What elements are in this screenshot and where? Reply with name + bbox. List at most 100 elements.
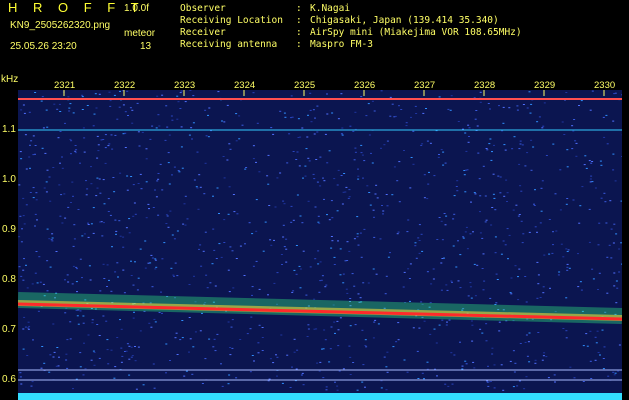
noise-pixel [567, 249, 570, 251]
noise-pixel [360, 256, 363, 258]
noise-pixel [491, 151, 493, 153]
noise-pixel [115, 233, 117, 235]
noise-pixel [566, 198, 569, 199]
noise-pixel [151, 125, 154, 127]
noise-pixel [145, 158, 148, 160]
noise-pixel [478, 178, 481, 180]
noise-pixel [67, 206, 70, 208]
noise-pixel [119, 235, 122, 237]
noise-pixel [372, 268, 375, 270]
noise-pixel [59, 111, 62, 112]
noise-pixel [432, 268, 435, 270]
noise-pixel [524, 341, 527, 343]
noise-pixel [87, 236, 90, 238]
noise-pixel [87, 222, 89, 224]
noise-pixel [68, 110, 71, 112]
noise-pixel [537, 283, 540, 285]
noise-pixel [592, 278, 595, 280]
noise-pixel [482, 165, 485, 167]
noise-pixel [213, 338, 216, 340]
noise-pixel [275, 354, 277, 356]
noise-pixel [119, 172, 122, 174]
noise-pixel [108, 279, 110, 281]
noise-pixel [580, 289, 583, 291]
noise-pixel [154, 189, 156, 191]
noise-pixel [269, 239, 272, 241]
noise-pixel [157, 173, 160, 174]
noise-pixel [52, 323, 55, 325]
noise-pixel [365, 115, 368, 117]
noise-pixel [533, 205, 536, 206]
noise-pixel [157, 114, 160, 116]
noise-pixel [180, 126, 183, 128]
noise-pixel [23, 316, 26, 318]
noise-pixel [107, 211, 110, 212]
noise-pixel [441, 239, 444, 241]
noise-pixel [211, 263, 214, 265]
noise-pixel [594, 187, 597, 189]
noise-pixel [74, 145, 77, 146]
noise-pixel [28, 325, 31, 327]
noise-pixel [379, 238, 382, 240]
noise-pixel [90, 223, 93, 225]
noise-pixel [134, 213, 137, 215]
noise-pixel [28, 156, 31, 158]
noise-pixel [58, 184, 61, 186]
noise-pixel [498, 321, 501, 323]
noise-pixel [462, 236, 465, 238]
noise-pixel [333, 256, 336, 258]
noise-pixel [79, 258, 82, 260]
noise-pixel [116, 262, 119, 264]
noise-pixel [328, 150, 331, 152]
noise-pixel [493, 387, 496, 389]
noise-pixel [49, 266, 52, 268]
noise-pixel [407, 219, 410, 221]
noise-pixel [542, 292, 545, 294]
noise-pixel [467, 295, 470, 297]
noise-pixel [113, 377, 116, 379]
noise-pixel [95, 195, 98, 197]
noise-pixel [124, 111, 127, 113]
noise-pixel [82, 127, 85, 129]
noise-pixel [170, 267, 173, 269]
noise-pixel [571, 148, 574, 150]
noise-pixel [579, 205, 582, 207]
noise-pixel [595, 342, 598, 344]
noise-pixel [229, 148, 232, 150]
noise-pixel [447, 385, 450, 387]
noise-pixel [621, 156, 622, 157]
noise-pixel [192, 122, 195, 124]
noise-pixel [61, 167, 64, 169]
noise-pixel [252, 158, 255, 160]
noise-pixel [114, 366, 117, 368]
noise-pixel [325, 386, 328, 388]
noise-pixel [356, 216, 359, 218]
noise-pixel [354, 324, 357, 326]
noise-pixel [276, 272, 279, 274]
noise-pixel [128, 345, 131, 347]
noise-pixel [20, 109, 23, 111]
noise-pixel [455, 266, 458, 268]
noise-pixel [56, 108, 59, 110]
noise-pixel [536, 297, 539, 299]
noise-pixel [487, 385, 490, 387]
noise-pixel [389, 252, 391, 254]
noise-pixel [201, 312, 203, 314]
noise-pixel [53, 351, 56, 353]
meteor-label: meteor [124, 28, 156, 39]
noise-pixel [464, 132, 467, 134]
noise-pixel [64, 217, 67, 219]
noise-pixel [31, 381, 34, 383]
noise-pixel [502, 106, 505, 108]
noise-pixel [432, 278, 435, 280]
noise-pixel [498, 105, 500, 107]
noise-pixel [322, 177, 324, 179]
noise-pixel [177, 101, 180, 103]
noise-pixel [257, 342, 260, 344]
noise-pixel [228, 143, 231, 145]
noise-pixel [279, 172, 282, 174]
noise-pixel [346, 241, 349, 243]
noise-pixel [528, 332, 531, 334]
noise-pixel [60, 194, 63, 196]
noise-pixel [612, 371, 615, 373]
